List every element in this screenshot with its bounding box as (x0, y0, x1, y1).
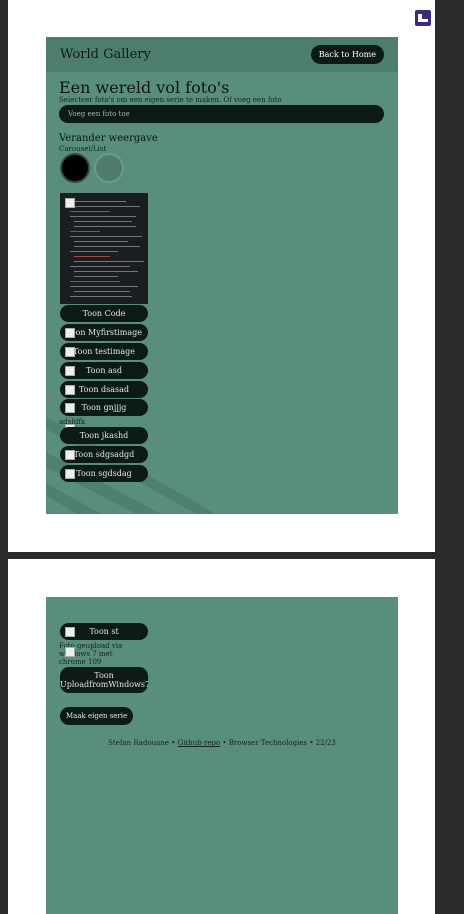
select-photo-checkbox[interactable] (65, 450, 75, 460)
photo-thumbnail-code[interactable] (60, 193, 148, 304)
photo-toggle-button[interactable]: Toon jkashd (60, 427, 148, 444)
gallery-panel-continued: Toon st Foto geupload via windows 7 met … (46, 597, 398, 914)
photo-toggle-button[interactable]: Toon Code (60, 305, 148, 322)
back-to-home-button[interactable]: Back to Home (310, 45, 384, 64)
brand-title[interactable]: World Gallery (60, 47, 151, 62)
view-mode-label: Carousel/List (59, 145, 107, 153)
page-title: Een wereld vol foto's (59, 78, 230, 97)
photo-toggle-button[interactable]: Toon UploadfromWindows7 (60, 667, 148, 693)
select-photo-checkbox[interactable] (65, 469, 75, 479)
carousel-view-toggle[interactable] (60, 153, 90, 183)
footer-separator: • (220, 739, 229, 747)
page-sheet-2: Toon st Foto geupload via windows 7 met … (8, 559, 435, 914)
select-photo-checkbox[interactable] (65, 403, 75, 413)
intro-subtitle: Selecteer foto's om een eigen serie te m… (59, 96, 282, 104)
list-view-toggle[interactable] (94, 153, 124, 183)
panel-toggle-icon[interactable] (415, 10, 431, 26)
github-repo-link[interactable]: Github repo (178, 739, 221, 747)
select-photo-checkbox[interactable] (65, 328, 75, 338)
footer-separator: • (169, 739, 178, 747)
select-photo-checkbox[interactable] (65, 385, 75, 395)
add-photo-input[interactable]: Voeg een foto toe (59, 105, 384, 123)
select-photo-checkbox[interactable] (65, 347, 75, 357)
select-photo-checkbox[interactable] (65, 647, 75, 657)
gallery-panel: World Gallery Back to Home Een wereld vo… (46, 37, 398, 514)
select-photo-checkbox[interactable] (65, 198, 75, 208)
site-header: World Gallery Back to Home (46, 37, 398, 72)
select-photo-checkbox[interactable] (65, 366, 75, 376)
make-series-button[interactable]: Maak eigen serie (60, 707, 134, 725)
site-footer: Stefan Radouane • Github repo • Browser … (46, 739, 398, 747)
page-sheet-1: World Gallery Back to Home Een wereld vo… (8, 0, 435, 552)
view-heading: Verander weergave (59, 133, 158, 144)
footer-course: Browser Technologies • 22/23 (228, 739, 336, 747)
footer-author: Stefan Radouane (108, 739, 170, 747)
select-photo-checkbox[interactable] (65, 627, 75, 637)
